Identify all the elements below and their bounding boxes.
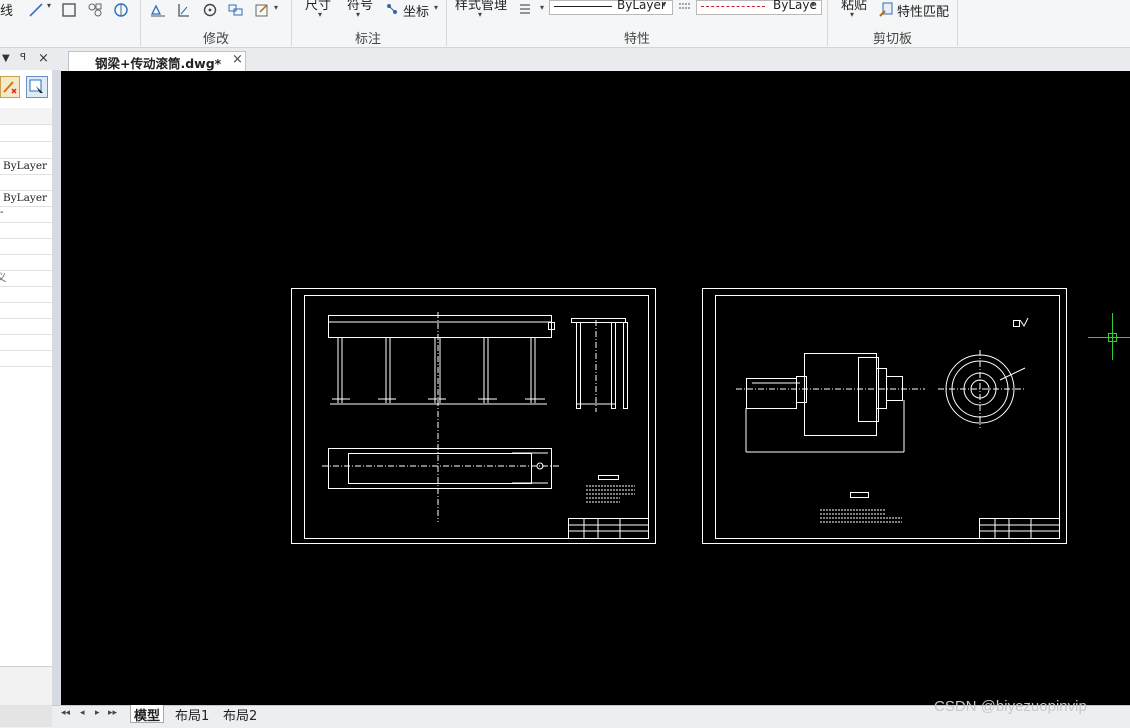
partial-label: 义 xyxy=(0,272,7,284)
match-properties-button[interactable]: 特性匹配 xyxy=(897,1,949,20)
line-style-label[interactable]: 线 xyxy=(0,0,13,19)
lineweight-icon[interactable] xyxy=(518,1,534,17)
group-label-annotate: 标注 xyxy=(355,32,382,47)
document-tab-title: 钢梁+传动滚筒.dwg* xyxy=(95,56,222,71)
quick-select-icon[interactable] xyxy=(0,76,20,98)
group-label-modify: 修改 xyxy=(203,32,230,47)
palette-row xyxy=(0,125,52,142)
line-icon[interactable] xyxy=(28,2,44,18)
group-label-properties: 特性 xyxy=(624,32,651,47)
document-tab[interactable]: 钢梁+传动滚筒.dwg* × xyxy=(68,51,246,71)
palette-row xyxy=(0,318,52,335)
scale-icon[interactable] xyxy=(176,2,192,18)
palette-row xyxy=(0,222,52,239)
palette-row xyxy=(0,108,52,125)
bylayer-value: ByLayer xyxy=(3,192,48,204)
first-layout-icon[interactable]: ◂◂ xyxy=(61,708,70,718)
tab-layout1[interactable]: 布局1 xyxy=(172,705,212,724)
drawing-canvas[interactable] xyxy=(61,71,1130,705)
tab-model[interactable]: 模型 xyxy=(130,705,165,724)
line-dropdown-icon[interactable]: ▾ xyxy=(47,1,51,10)
coordinate-button[interactable]: 坐标 xyxy=(403,1,429,20)
palette-row xyxy=(0,254,52,271)
coordinate-dropdown-icon[interactable]: ▾ xyxy=(434,3,438,12)
chevron-down-icon: ▾ xyxy=(811,0,816,9)
palette-row xyxy=(0,334,52,351)
stretch-icon[interactable] xyxy=(150,2,166,18)
chevron-down-icon: ▾ xyxy=(662,0,667,9)
modify-dropdown-icon[interactable]: ▾ xyxy=(274,3,278,12)
palette-row xyxy=(0,142,52,159)
group-icon[interactable] xyxy=(87,2,103,18)
palette-splitter[interactable] xyxy=(52,70,61,720)
palette-row-linetype[interactable]: ByLayer xyxy=(0,190,52,207)
tab-layout2[interactable]: 布局2 xyxy=(220,705,260,724)
dash-value: - xyxy=(0,206,4,218)
coordinate-icon[interactable] xyxy=(385,1,401,17)
rectangle-icon[interactable] xyxy=(61,2,77,18)
palette-row: - xyxy=(0,206,52,223)
properties-palette: ByLayer ByLayer - 义 xyxy=(0,70,53,721)
next-layout-icon[interactable]: ▸ xyxy=(95,708,100,718)
style-manager-dropdown-icon[interactable]: ▾ xyxy=(478,10,482,19)
paste-dropdown-icon[interactable]: ▾ xyxy=(850,10,854,19)
edit-icon[interactable] xyxy=(254,2,270,18)
bylayer-value: ByLayer xyxy=(3,160,48,172)
palette-menu-icon[interactable]: ▼ xyxy=(2,53,10,64)
last-layout-icon[interactable]: ▸▸ xyxy=(108,708,117,718)
drawing-sheet-1 xyxy=(291,288,656,544)
palette-row xyxy=(0,238,52,255)
palette-row xyxy=(0,350,52,367)
palette-row: 义 xyxy=(0,270,52,287)
rotate-icon[interactable] xyxy=(202,2,218,18)
crosshair-cursor xyxy=(1088,313,1130,360)
select-objects-icon[interactable] xyxy=(26,76,48,98)
palette-header: ▼ ꟼ × xyxy=(0,51,60,68)
prev-layout-icon[interactable]: ◂ xyxy=(80,708,85,718)
palette-row xyxy=(0,302,52,319)
dashdot-line-sample xyxy=(701,6,765,7)
dimension-dropdown-icon[interactable]: ▾ xyxy=(318,10,322,19)
region-icon[interactable] xyxy=(113,2,129,18)
symbol-dropdown-icon[interactable]: ▾ xyxy=(356,10,360,19)
palette-close-icon[interactable]: × xyxy=(38,51,49,66)
watermark: CSDN @biyezuopinvip xyxy=(934,698,1087,715)
pin-icon[interactable]: ꟼ xyxy=(20,52,26,63)
palette-footer xyxy=(0,705,52,727)
group-label-clipboard: 剪切板 xyxy=(873,32,913,47)
palette-row xyxy=(0,174,52,191)
linetype2-select[interactable]: ByLaye ▾ xyxy=(696,0,822,15)
array-icon[interactable] xyxy=(228,2,244,18)
ribbon: 线 ▾ ▾ 修改 尺寸 ▾ 符号 ▾ 坐标 ▾ 标注 样式管理 ▾ ▾ ByLa… xyxy=(0,0,1130,48)
lineweight-dropdown-icon[interactable]: ▾ xyxy=(540,3,544,12)
linetype-select-value: ByLayer xyxy=(617,0,666,12)
close-icon[interactable]: × xyxy=(232,52,243,67)
match-properties-icon[interactable] xyxy=(878,2,894,18)
linetype-icon[interactable] xyxy=(678,0,694,16)
linetype-select[interactable]: ByLayer ▾ xyxy=(549,0,673,15)
palette-row-color[interactable]: ByLayer xyxy=(0,158,52,175)
palette-row xyxy=(0,286,52,303)
drawing-sheet-2 xyxy=(702,288,1067,544)
